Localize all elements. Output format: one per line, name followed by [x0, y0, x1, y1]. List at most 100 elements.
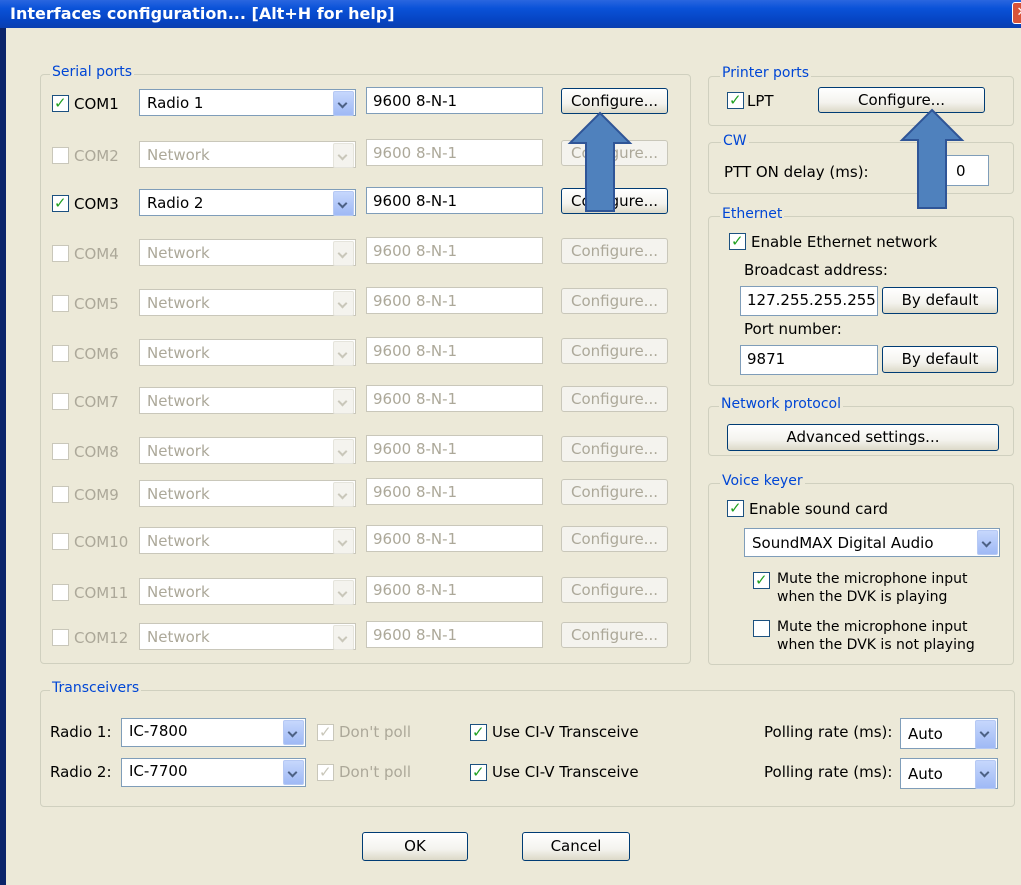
com-port-checkbox[interactable] — [52, 393, 69, 410]
com-params-field[interactable]: 9600 8-N-1 — [366, 621, 543, 648]
com-port-checkbox[interactable] — [52, 295, 69, 312]
com-configure-button[interactable]: Configure... — [561, 479, 668, 505]
com-configure-button[interactable]: Configure... — [561, 577, 668, 603]
title-bar[interactable]: Interfaces configuration... [Alt+H for h… — [0, 0, 1021, 28]
mute-not-playing-checkbox[interactable] — [753, 620, 770, 637]
chevron-down-icon[interactable] — [975, 760, 996, 789]
com-params-field[interactable]: 9600 8-N-1 — [366, 576, 543, 603]
use-civ-checkbox[interactable]: ✓ — [470, 723, 487, 741]
com-device-select[interactable]: Network — [139, 527, 356, 554]
com-device-select[interactable]: Radio 1 — [139, 89, 356, 116]
chevron-down-icon[interactable] — [333, 580, 354, 605]
network-protocol-title: Network protocol — [719, 396, 844, 412]
com-port-label: COM9 — [74, 486, 119, 504]
use-civ-label: Use CI-V Transceive — [492, 763, 639, 781]
cancel-button[interactable]: Cancel — [522, 832, 630, 861]
chevron-down-icon[interactable] — [333, 482, 354, 507]
com-device-select[interactable]: Radio 2 — [139, 189, 356, 216]
com-params-field[interactable]: 9600 8-N-1 — [366, 478, 543, 505]
chevron-down-icon[interactable] — [283, 720, 304, 745]
chevron-down-icon[interactable] — [333, 341, 354, 366]
com-port-label: COM10 — [74, 533, 129, 551]
chevron-down-icon[interactable] — [333, 91, 354, 116]
chevron-down-icon[interactable] — [977, 530, 998, 555]
chevron-down-icon[interactable] — [333, 389, 354, 414]
chevron-down-icon[interactable] — [333, 439, 354, 464]
ok-button[interactable]: OK — [362, 832, 468, 861]
broadcast-address-input[interactable]: 127.255.255.255 — [740, 286, 878, 316]
com-port-checkbox[interactable] — [52, 629, 69, 646]
com-port-checkbox[interactable] — [52, 443, 69, 460]
chevron-down-icon[interactable] — [333, 529, 354, 554]
chevron-down-icon[interactable] — [333, 143, 354, 168]
port-number-input[interactable]: 9871 — [740, 345, 878, 375]
polling-rate-select[interactable]: Auto — [900, 718, 998, 749]
com-port-label: COM2 — [74, 147, 119, 165]
dont-poll-checkbox[interactable]: ✓ — [317, 723, 334, 741]
dont-poll-checkbox[interactable]: ✓ — [317, 763, 334, 781]
serial-ports-title: Serial ports — [50, 64, 135, 80]
com-params-field[interactable]: 9600 8-N-1 — [366, 87, 543, 114]
com-configure-button[interactable]: Configure... — [561, 88, 668, 114]
polling-rate-select[interactable]: Auto — [900, 758, 998, 789]
com-configure-button[interactable]: Configure... — [561, 288, 668, 314]
com-port-checkbox[interactable] — [52, 345, 69, 362]
mute-playing-checkbox[interactable]: ✓ — [753, 571, 770, 589]
mute-playing-label-line2: when the DVK is playing — [777, 589, 948, 605]
com-configure-button[interactable]: Configure... — [561, 622, 668, 648]
enable-ethernet-checkbox[interactable]: ✓ — [729, 232, 746, 250]
com-params-field[interactable]: 9600 8-N-1 — [366, 139, 543, 166]
com-port-label: COM8 — [74, 443, 119, 461]
com-configure-button[interactable]: Configure... — [561, 338, 668, 364]
chevron-down-icon[interactable] — [333, 191, 354, 216]
port-by-default-button[interactable]: By default — [882, 346, 998, 373]
com-device-select[interactable]: Network — [139, 339, 356, 366]
com-configure-button[interactable]: Configure... — [561, 436, 668, 462]
com-device-select[interactable]: Network — [139, 141, 356, 168]
com-port-checkbox[interactable] — [52, 533, 69, 550]
chevron-down-icon[interactable] — [333, 241, 354, 266]
mute-not-playing-label-line2: when the DVK is not playing — [777, 637, 975, 653]
com-port-checkbox[interactable] — [52, 147, 69, 164]
com-port-label: COM12 — [74, 629, 129, 647]
chevron-down-icon[interactable] — [333, 625, 354, 650]
com-port-checkbox[interactable]: ✓ — [52, 194, 69, 212]
chevron-down-icon[interactable] — [283, 760, 304, 785]
com-params-field[interactable]: 9600 8-N-1 — [366, 187, 543, 214]
annotation-arrow-up-shape — [567, 111, 633, 212]
com-configure-button[interactable]: Configure... — [561, 386, 668, 412]
radio-model-select[interactable]: IC-7700 — [121, 758, 306, 787]
com-params-field[interactable]: 9600 8-N-1 — [366, 287, 543, 314]
com-device-select[interactable]: Network — [139, 289, 356, 316]
advanced-settings-button[interactable]: Advanced settings... — [727, 424, 999, 451]
chevron-down-icon[interactable] — [975, 720, 996, 749]
close-button[interactable]: ✕ — [1012, 2, 1021, 24]
com-params-field[interactable]: 9600 8-N-1 — [366, 385, 543, 412]
sound-card-select[interactable]: SoundMAX Digital Audio — [744, 528, 1000, 557]
com-device-select[interactable]: Network — [139, 578, 356, 605]
com-port-checkbox[interactable] — [52, 245, 69, 262]
com-device-select[interactable]: Network — [139, 623, 356, 650]
broadcast-by-default-button[interactable]: By default — [882, 287, 998, 314]
com-params-field[interactable]: 9600 8-N-1 — [366, 337, 543, 364]
com-device-select[interactable]: Network — [139, 480, 356, 507]
use-civ-checkbox[interactable]: ✓ — [470, 763, 487, 781]
com-port-checkbox[interactable] — [52, 486, 69, 503]
chevron-down-icon[interactable] — [333, 291, 354, 316]
enable-sound-card-checkbox[interactable]: ✓ — [727, 499, 744, 517]
com-params-field[interactable]: 9600 8-N-1 — [366, 435, 543, 462]
com-device-select[interactable]: Network — [139, 387, 356, 414]
com-device-select[interactable]: Network — [139, 437, 356, 464]
com-params-field[interactable]: 9600 8-N-1 — [366, 237, 543, 264]
com-configure-button[interactable]: Configure... — [561, 238, 668, 264]
com-device-select[interactable]: Network — [139, 239, 356, 266]
lpt-checkbox[interactable]: ✓ — [727, 91, 744, 109]
dont-poll-label: Don't poll — [339, 763, 412, 781]
enable-sound-card-label: Enable sound card — [749, 500, 889, 518]
com-port-checkbox[interactable]: ✓ — [52, 94, 69, 112]
radio-model-select[interactable]: IC-7800 — [121, 718, 306, 747]
com-configure-button[interactable]: Configure... — [561, 526, 668, 552]
com-port-checkbox[interactable] — [52, 584, 69, 601]
com-params-field[interactable]: 9600 8-N-1 — [366, 525, 543, 552]
dont-poll-label: Don't poll — [339, 723, 412, 741]
